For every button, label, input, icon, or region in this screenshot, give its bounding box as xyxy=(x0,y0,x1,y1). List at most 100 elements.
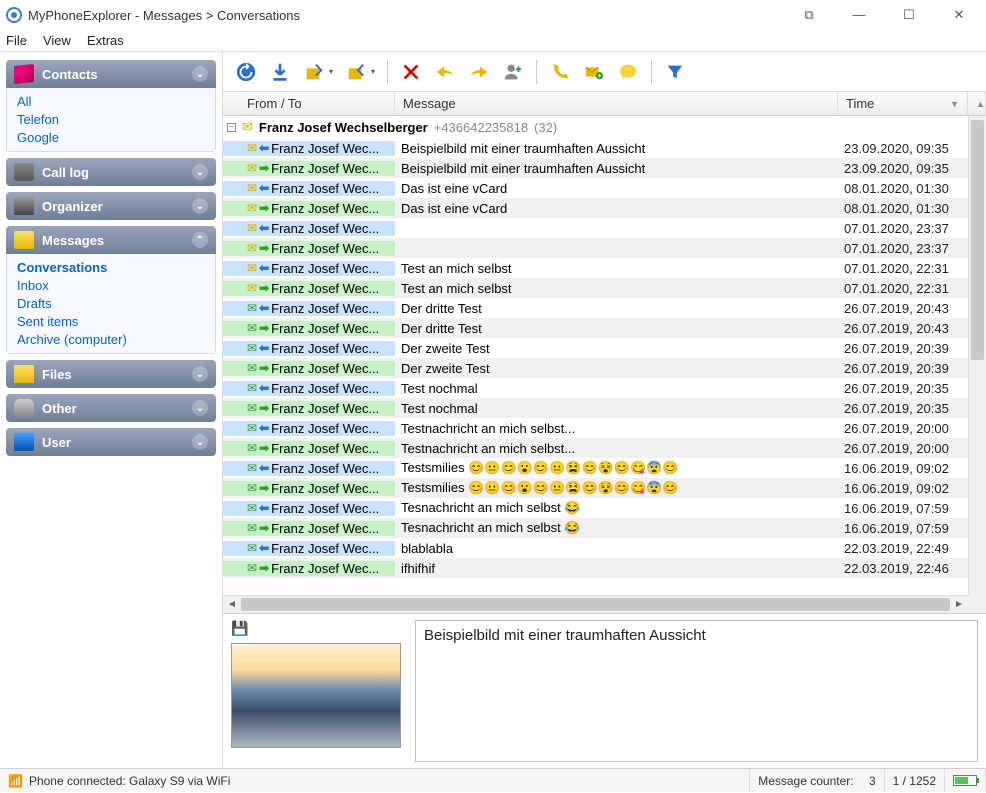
message-row[interactable]: ✉➡Franz Josef Wec...ifhifhif22.03.2019, … xyxy=(223,558,968,578)
delete-button[interactable] xyxy=(396,57,426,87)
horizontal-scrollbar[interactable]: ◄ ► xyxy=(223,595,968,613)
message-row[interactable]: ✉⬅Franz Josef Wec...Der zweite Test26.07… xyxy=(223,338,968,358)
nav-files-header[interactable]: Files ⌄ xyxy=(6,360,216,388)
message-row[interactable]: ✉➡Franz Josef Wec...Der dritte Test26.07… xyxy=(223,318,968,338)
scroll-right-icon[interactable]: ► xyxy=(950,599,968,610)
restore-down-icon[interactable]: ⧉ xyxy=(794,7,824,23)
menu-view[interactable]: View xyxy=(43,33,71,48)
envelope-icon: ✉ xyxy=(247,521,257,535)
message-row[interactable]: ✉⬅Franz Josef Wec...Das ist eine vCard08… xyxy=(223,178,968,198)
cell-message: Testnachricht an mich selbst... xyxy=(395,441,838,456)
message-row[interactable]: ✉➡Franz Josef Wec...Das ist eine vCard08… xyxy=(223,198,968,218)
nav-contacts-header[interactable]: Contacts ⌄ xyxy=(6,60,216,88)
collapse-icon[interactable]: − xyxy=(227,123,236,132)
nav-messages-conversations[interactable]: Conversations xyxy=(17,260,205,275)
cell-message: Das ist eine vCard xyxy=(395,181,838,196)
cell-message: Test nochmal xyxy=(395,381,838,396)
from-text: Franz Josef Wec... xyxy=(271,481,389,496)
import-button[interactable] xyxy=(299,57,329,87)
filter-button[interactable] xyxy=(660,57,690,87)
message-list[interactable]: − ✉ Franz Josef Wechselberger +436642235… xyxy=(223,116,968,595)
close-button[interactable]: ✕ xyxy=(944,7,974,23)
message-row[interactable]: ✉⬅Franz Josef Wec...Der dritte Test26.07… xyxy=(223,298,968,318)
nav-user-header[interactable]: User ⌄ xyxy=(6,428,216,456)
export-button[interactable] xyxy=(341,57,371,87)
message-row[interactable]: ✉⬅Franz Josef Wec...Testnachricht an mic… xyxy=(223,418,968,438)
message-row[interactable]: ✉⬅Franz Josef Wec...Test an mich selbst0… xyxy=(223,258,968,278)
chevron-down-icon: ⌄ xyxy=(192,434,208,450)
cell-from: ✉➡Franz Josef Wec... xyxy=(223,561,395,576)
nav-messages-drafts[interactable]: Drafts xyxy=(17,296,205,311)
add-contact-button[interactable] xyxy=(498,57,528,87)
group-count: (32) xyxy=(534,120,557,135)
message-row[interactable]: ✉➡Franz Josef Wec...Test nochmal26.07.20… xyxy=(223,398,968,418)
nav-contacts-all[interactable]: All xyxy=(17,94,205,109)
message-preview-text[interactable]: Beispielbild mit einer traumhaften Aussi… xyxy=(415,620,978,762)
cell-from: ✉➡Franz Josef Wec... xyxy=(223,281,395,296)
files-icon xyxy=(14,365,34,383)
new-message-button[interactable] xyxy=(579,57,609,87)
nav-contacts-google[interactable]: Google xyxy=(17,130,205,145)
chevron-down-icon: ⌄ xyxy=(192,366,208,382)
separator xyxy=(651,60,652,84)
cell-from: ✉⬅Franz Josef Wec... xyxy=(223,341,395,356)
scroll-thumb[interactable] xyxy=(241,598,950,611)
separator xyxy=(536,60,537,84)
nav-messages-sent[interactable]: Sent items xyxy=(17,314,205,329)
vertical-scrollbar[interactable] xyxy=(968,116,986,595)
from-text: Franz Josef Wec... xyxy=(271,441,389,456)
nav-messages-header[interactable]: Messages ⌃ xyxy=(6,226,216,254)
scroll-left-icon[interactable]: ◄ xyxy=(223,599,241,610)
message-row[interactable]: ✉➡Franz Josef Wec...Der zweite Test26.07… xyxy=(223,358,968,378)
message-row[interactable]: ✉➡Franz Josef Wec...07.01.2020, 23:37 xyxy=(223,238,968,258)
nav-organizer-header[interactable]: Organizer ⌄ xyxy=(6,192,216,220)
from-text: Franz Josef Wec... xyxy=(271,401,389,416)
message-row[interactable]: ✉➡Franz Josef Wec...Tesnachricht an mich… xyxy=(223,518,968,538)
message-row[interactable]: ✉⬅Franz Josef Wec...Beispielbild mit ein… xyxy=(223,138,968,158)
message-row[interactable]: ✉➡Franz Josef Wec...Testsmilies 😊😐😊😮😊😐😫😊… xyxy=(223,478,968,498)
status-message-counter: Message counter: 3 xyxy=(750,769,884,792)
chat-button[interactable] xyxy=(613,57,643,87)
message-row[interactable]: ✉⬅Franz Josef Wec...07.01.2020, 23:37 xyxy=(223,218,968,238)
nav-contacts-telefon[interactable]: Telefon xyxy=(17,112,205,127)
nav-messages-archive[interactable]: Archive (computer) xyxy=(17,332,205,347)
message-row[interactable]: ✉⬅Franz Josef Wec...Testsmilies 😊😐😊😮😊😐😫😊… xyxy=(223,458,968,478)
message-row[interactable]: ✉⬅Franz Josef Wec...Tesnachricht an mich… xyxy=(223,498,968,518)
column-from[interactable]: From / To xyxy=(223,92,395,115)
scroll-thumb[interactable] xyxy=(971,120,984,360)
message-row[interactable]: ✉⬅Franz Josef Wec...blablabla22.03.2019,… xyxy=(223,538,968,558)
message-row[interactable]: ✉➡Franz Josef Wec...Testnachricht an mic… xyxy=(223,438,968,458)
conversation-group-header[interactable]: − ✉ Franz Josef Wechselberger +436642235… xyxy=(223,116,968,138)
maximize-button[interactable]: ☐ xyxy=(894,7,924,23)
minimize-button[interactable]: ― xyxy=(844,7,874,23)
call-button[interactable] xyxy=(545,57,575,87)
message-row[interactable]: ✉➡Franz Josef Wec...Beispielbild mit ein… xyxy=(223,158,968,178)
sidebar: Contacts ⌄ All Telefon Google Call log ⌄… xyxy=(0,52,222,768)
chevron-down-icon: ⌄ xyxy=(192,164,208,180)
user-icon xyxy=(14,433,34,451)
envelope-icon: ✉ xyxy=(247,221,257,235)
import-dropdown[interactable]: ▾ xyxy=(329,67,333,76)
nav-other-header[interactable]: Other ⌄ xyxy=(6,394,216,422)
save-attachment-button[interactable]: 💾 xyxy=(231,620,407,637)
cell-message: Der zweite Test xyxy=(395,361,838,376)
nav-organizer: Organizer ⌄ xyxy=(6,192,216,220)
menu-extras[interactable]: Extras xyxy=(87,33,124,48)
column-message[interactable]: Message xyxy=(395,92,838,115)
nav-messages-inbox[interactable]: Inbox xyxy=(17,278,205,293)
refresh-button[interactable] xyxy=(231,57,261,87)
arrow-in-icon: ⬅ xyxy=(259,541,269,555)
cell-message: Testnachricht an mich selbst... xyxy=(395,421,838,436)
attachment-thumbnail[interactable] xyxy=(231,643,401,748)
from-text: Franz Josef Wec... xyxy=(271,141,389,156)
menu-file[interactable]: File xyxy=(6,33,27,48)
arrow-out-icon: ➡ xyxy=(259,561,269,575)
nav-calllog-header[interactable]: Call log ⌄ xyxy=(6,158,216,186)
download-button[interactable] xyxy=(265,57,295,87)
message-row[interactable]: ✉➡Franz Josef Wec...Test an mich selbst0… xyxy=(223,278,968,298)
message-row[interactable]: ✉⬅Franz Josef Wec...Test nochmal26.07.20… xyxy=(223,378,968,398)
export-dropdown[interactable]: ▾ xyxy=(371,67,375,76)
column-time[interactable]: Time▼ xyxy=(838,92,968,115)
forward-button[interactable] xyxy=(464,57,494,87)
reply-button[interactable] xyxy=(430,57,460,87)
